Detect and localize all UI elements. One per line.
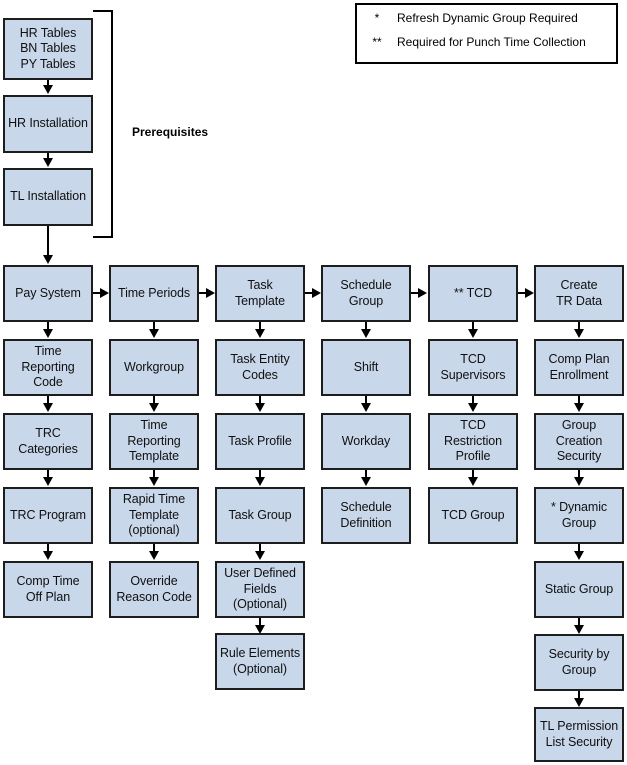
arrow-hr-installation-to-tl-installation (43, 153, 53, 167)
arrow-comp-plan-enrollment-to-group-creation-security (574, 396, 584, 412)
arrow-user-defined-fields-to-rule-elements (255, 618, 265, 634)
arrow-tcd-to-create-tr-data (518, 288, 534, 298)
node-override-reason-code[interactable]: Override Reason Code (109, 561, 199, 618)
node-pay-system[interactable]: Pay System (3, 265, 93, 322)
arrow-group-creation-security-to-dynamic-group (574, 470, 584, 486)
node-task-entity-codes[interactable]: Task Entity Codes (215, 339, 305, 396)
node-group-creation-security[interactable]: Group Creation Security (534, 413, 624, 470)
node-create-tr-data[interactable]: Create TR Data (534, 265, 624, 322)
arrow-time-periods-to-workgroup (149, 322, 159, 338)
arrow-task-profile-to-task-group (255, 470, 265, 486)
arrow-create-tr-data-to-comp-plan-enrollment (574, 322, 584, 338)
arrow-tl-installation-to-pay-system (43, 226, 53, 264)
arrow-rapid-time-template-to-override-reason-code (149, 544, 159, 560)
arrow-pay-system-to-time-reporting-code (43, 322, 53, 338)
node-trc-program[interactable]: TRC Program (3, 487, 93, 544)
node-task-template[interactable]: Task Template (215, 265, 305, 322)
node-time-periods[interactable]: Time Periods (109, 265, 199, 322)
arrow-tcd-supervisors-to-tcd-restriction-profile (468, 396, 478, 412)
node-task-group[interactable]: Task Group (215, 487, 305, 544)
arrow-workday-to-schedule-definition (361, 470, 371, 486)
arrow-time-periods-to-task-template (199, 288, 215, 298)
node-tcd-restriction-profile[interactable]: TCD Restriction Profile (428, 413, 518, 470)
arrow-pay-system-to-time-periods (93, 288, 109, 298)
arrow-security-by-group-to-tl-permission-list-security (574, 691, 584, 707)
node-tcd-group[interactable]: TCD Group (428, 487, 518, 544)
legend-marker-double-asterisk: ** (372, 35, 382, 49)
arrow-shift-to-workday (361, 396, 371, 412)
node-dynamic-group[interactable]: * Dynamic Group (534, 487, 624, 544)
node-tcd[interactable]: ** TCD (428, 265, 518, 322)
legend-marker-single-asterisk: * (374, 11, 380, 25)
node-user-defined-fields[interactable]: User Defined Fields (Optional) (215, 561, 305, 618)
node-hr-tables[interactable]: HR Tables BN Tables PY Tables (3, 18, 93, 80)
node-schedule-group[interactable]: Schedule Group (321, 265, 411, 322)
node-schedule-definition[interactable]: Schedule Definition (321, 487, 411, 544)
arrow-tcd-restriction-profile-to-tcd-group (468, 470, 478, 486)
legend-text-punch-time: Required for Punch Time Collection (397, 35, 586, 49)
node-rapid-time-template[interactable]: Rapid Time Template (optional) (109, 487, 199, 544)
arrow-task-template-to-task-entity-codes (255, 322, 265, 338)
arrow-workgroup-to-time-reporting-template (149, 396, 159, 412)
arrow-task-entity-codes-to-task-profile (255, 396, 265, 412)
node-time-reporting-code[interactable]: Time Reporting Code (3, 339, 93, 396)
node-rule-elements[interactable]: Rule Elements (Optional) (215, 633, 305, 690)
arrow-task-group-to-user-defined-fields (255, 544, 265, 560)
prerequisites-label: Prerequisites (132, 125, 209, 139)
prerequisites-bracket (93, 10, 113, 238)
node-task-profile[interactable]: Task Profile (215, 413, 305, 470)
legend-row: ** Required for Punch Time Collection (357, 35, 616, 59)
arrow-task-template-to-schedule-group (305, 288, 321, 298)
node-security-by-group[interactable]: Security by Group (534, 634, 624, 691)
arrow-schedule-group-to-shift (361, 322, 371, 338)
arrow-time-reporting-code-to-trc-categories (43, 396, 53, 412)
node-tl-permission-list-security[interactable]: TL Permission List Security (534, 707, 624, 762)
node-hr-installation[interactable]: HR Installation (3, 95, 93, 153)
arrow-tcd-to-tcd-supervisors (468, 322, 478, 338)
legend-text-dynamic-group: Refresh Dynamic Group Required (397, 11, 578, 25)
arrow-schedule-group-to-tcd (411, 288, 427, 298)
arrow-time-reporting-template-to-rapid-time-template (149, 470, 159, 486)
flowchart-canvas: * Refresh Dynamic Group Required ** Requ… (0, 0, 627, 765)
arrow-trc-program-to-comp-time-off-plan (43, 544, 53, 560)
legend-row: * Refresh Dynamic Group Required (357, 11, 616, 35)
legend-box: * Refresh Dynamic Group Required ** Requ… (355, 3, 618, 64)
arrow-dynamic-group-to-static-group (574, 544, 584, 560)
node-workday[interactable]: Workday (321, 413, 411, 470)
node-trc-categories[interactable]: TRC Categories (3, 413, 93, 470)
arrow-trc-categories-to-trc-program (43, 470, 53, 486)
node-comp-plan-enrollment[interactable]: Comp Plan Enrollment (534, 339, 624, 396)
node-tl-installation[interactable]: TL Installation (3, 168, 93, 226)
arrow-static-group-to-security-by-group (574, 618, 584, 634)
node-tcd-supervisors[interactable]: TCD Supervisors (428, 339, 518, 396)
node-shift[interactable]: Shift (321, 339, 411, 396)
node-workgroup[interactable]: Workgroup (109, 339, 199, 396)
arrow-hr-tables-to-hr-installation (43, 80, 53, 94)
node-time-reporting-template[interactable]: Time Reporting Template (109, 413, 199, 470)
node-comp-time-off-plan[interactable]: Comp Time Off Plan (3, 561, 93, 618)
node-static-group[interactable]: Static Group (534, 561, 624, 618)
